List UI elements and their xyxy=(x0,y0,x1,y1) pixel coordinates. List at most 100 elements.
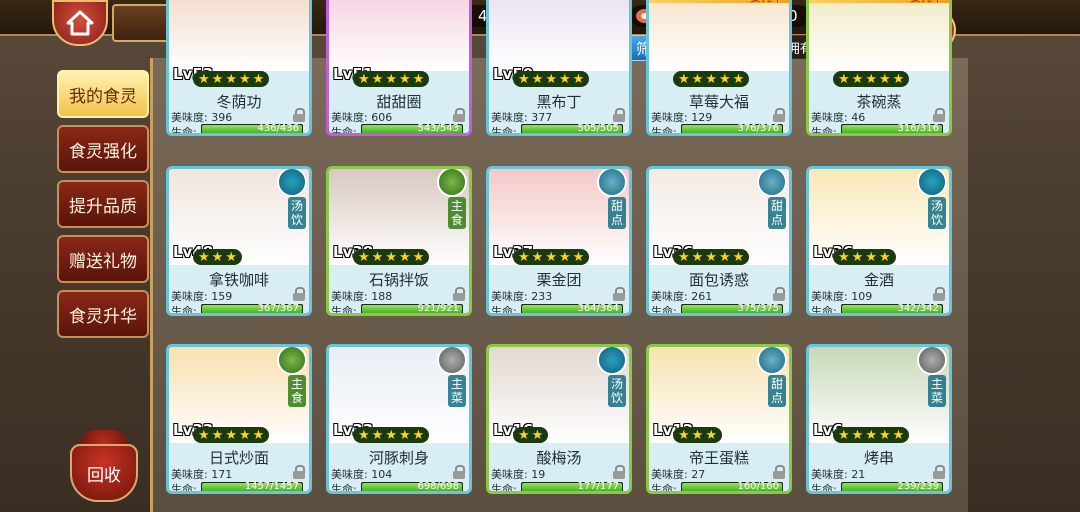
menu-upgrade-quality[interactable]: 提升品质 xyxy=(57,180,149,228)
taste-value: 396 xyxy=(211,111,233,124)
star-icon: ★ xyxy=(371,249,384,265)
menu-give-gift[interactable]: 赠送礼物 xyxy=(57,235,149,283)
lock-icon[interactable] xyxy=(293,108,305,122)
level-star-bar: Lv33★★★★★ xyxy=(329,421,469,445)
food-soul-card[interactable]: 主菜 Lv6 ★ ★ ★ ★ ★ 烤串 美味度: 21 生命: 239/239 xyxy=(806,344,952,494)
taste-label: 美味度: xyxy=(811,468,848,481)
food-soul-card[interactable]: Lv53★★★★★冬荫功美味度: 396生命:436/436 xyxy=(166,0,312,136)
food-type-icon xyxy=(277,347,307,375)
food-soul-name: 烤串 xyxy=(863,449,894,467)
lock-icon[interactable] xyxy=(613,108,625,122)
taste-value: 261 xyxy=(691,290,713,303)
star-icon: ★ xyxy=(225,71,237,87)
food-soul-card[interactable]: 委托中★★★★★茶碗蒸美味度: 46生命:316/316 xyxy=(806,0,952,136)
taste-label: 美味度: xyxy=(811,111,848,124)
star-icon: ★ xyxy=(358,249,370,265)
star-icon: ★ xyxy=(865,249,877,265)
food-type-label: 汤饮 xyxy=(608,375,626,407)
lock-icon[interactable] xyxy=(933,108,945,122)
taste-label: 美味度: xyxy=(171,111,208,124)
star-icon: ★ xyxy=(892,71,905,87)
food-soul-card[interactable]: 甜点Lv12★★★帝王蛋糕美味度: 27生命:160/160 xyxy=(646,344,792,494)
taste-label: 美味度: xyxy=(331,290,368,303)
food-soul-card[interactable]: 甜点Lv36★★★★★面包诱惑美味度: 261生命:375/375 xyxy=(646,166,792,316)
star-icon: ★ xyxy=(198,71,210,87)
taste-label: 美味度: xyxy=(171,468,208,481)
star-icon: ★ xyxy=(892,427,905,443)
level-star-bar: Lv50★★★★★ xyxy=(489,65,629,89)
taste-label: 美味度: xyxy=(331,468,368,481)
star-icon: ★ xyxy=(691,427,704,443)
taste-stat: 美味度: 377 xyxy=(491,109,552,125)
food-soul-card[interactable]: 汤饮Lv36★★★★金酒美味度: 109生命:342/342 xyxy=(806,166,952,316)
hp-bar: 921/921 xyxy=(361,303,463,313)
food-soul-card[interactable]: Lv51★★★★★甜甜圈美味度: 606生命:543/543 xyxy=(326,0,472,136)
lock-icon[interactable] xyxy=(613,287,625,301)
star-rating: ★ ★ ★ ★ ★ xyxy=(353,71,430,87)
lock-icon[interactable] xyxy=(773,287,785,301)
lock-icon[interactable] xyxy=(773,465,785,479)
taste-value: 27 xyxy=(691,468,706,481)
food-soul-card[interactable]: 主菜Lv33★★★★★河豚刺身美味度: 104生命:698/698 xyxy=(326,344,472,494)
food-type-icon xyxy=(277,169,307,197)
food-soul-card[interactable]: 主食Lv33★★★★★日式炒面美味度: 171生命:1457/1457 xyxy=(166,344,312,494)
hp-value: 367/367 xyxy=(257,303,299,314)
menu-enhance[interactable]: 食灵强化 xyxy=(57,125,149,173)
star-icon: ★ xyxy=(732,249,745,265)
food-soul-card[interactable]: 委托中★★★★★草莓大福美味度: 129生命:376/376 xyxy=(646,0,792,136)
star-icon: ★ xyxy=(531,249,544,265)
menu-ascend[interactable]: 食灵升华 xyxy=(57,290,149,338)
food-soul-name: 帝王蛋糕 xyxy=(688,449,749,467)
taste-stat: 美味度: 159 xyxy=(171,288,232,304)
hp-value: 239/239 xyxy=(897,481,939,492)
menu-my-food-souls[interactable]: 我的食灵 xyxy=(57,70,149,118)
recycle-button[interactable]: 回收 xyxy=(66,430,142,504)
star-icon: ★ xyxy=(225,249,237,265)
lock-icon[interactable] xyxy=(613,465,625,479)
star-rating: ★ ★ ★ ★ ★ xyxy=(673,71,750,87)
food-soul-name: 石锅拌饭 xyxy=(368,271,429,289)
food-soul-name: 河豚刺身 xyxy=(368,449,429,467)
food-soul-card[interactable]: 汤饮Lv48★★★拿铁咖啡美味度: 159生命:367/367 xyxy=(166,166,312,316)
star-icon: ★ xyxy=(252,427,265,443)
lock-icon[interactable] xyxy=(453,108,465,122)
taste-value: 377 xyxy=(531,111,553,124)
lock-icon[interactable] xyxy=(293,465,305,479)
star-rating: ★ ★ ★ ★ ★ xyxy=(833,71,910,87)
star-rating: ★ ★ ★ ★ ★ xyxy=(513,249,590,265)
taste-label: 美味度: xyxy=(491,468,528,481)
hp-bar: 177/177 xyxy=(521,481,623,491)
taste-label: 美味度: xyxy=(491,111,528,124)
star-icon: ★ xyxy=(545,71,557,87)
home-button[interactable] xyxy=(52,0,108,46)
taste-label: 美味度: xyxy=(651,290,688,303)
lock-icon[interactable] xyxy=(453,465,465,479)
star-icon: ★ xyxy=(198,249,210,265)
star-icon: ★ xyxy=(398,427,411,443)
level-star-bar: Lv36★★★★ xyxy=(809,243,949,267)
food-soul-card[interactable]: 汤饮Lv16★★酸梅汤美味度: 19生命:177/177 xyxy=(486,344,632,494)
lock-icon[interactable] xyxy=(933,465,945,479)
lock-icon[interactable] xyxy=(933,287,945,301)
lock-icon[interactable] xyxy=(453,287,465,301)
lock-icon[interactable] xyxy=(773,108,785,122)
taste-stat: 美味度: 104 xyxy=(331,466,392,482)
lock-icon[interactable] xyxy=(293,287,305,301)
taste-value: 159 xyxy=(211,290,233,303)
star-rating: ★ ★ ★ ★ ★ xyxy=(353,427,430,443)
star-icon: ★ xyxy=(211,427,224,443)
star-icon: ★ xyxy=(691,249,704,265)
food-type-label: 甜点 xyxy=(608,197,626,229)
taste-value: 129 xyxy=(691,111,713,124)
taste-stat: 美味度: 606 xyxy=(331,109,392,125)
hp-label: 生命: xyxy=(171,305,197,316)
food-soul-card[interactable]: Lv50★★★★★黑布丁美味度: 377生命:505/505 xyxy=(486,0,632,136)
star-icon: ★ xyxy=(412,71,425,87)
star-icon: ★ xyxy=(371,71,384,87)
hp-label: 生命: xyxy=(331,305,357,316)
star-icon: ★ xyxy=(865,427,877,443)
food-soul-card[interactable]: 甜点Lv37★★★★★栗金团美味度: 233生命:364/364 xyxy=(486,166,632,316)
level-star-bar: Lv6 ★ ★ ★ ★ ★ xyxy=(809,421,949,445)
food-soul-card[interactable]: 主食Lv38★★★★★石锅拌饭美味度: 188生命:921/921 xyxy=(326,166,472,316)
star-icon: ★ xyxy=(252,71,265,87)
